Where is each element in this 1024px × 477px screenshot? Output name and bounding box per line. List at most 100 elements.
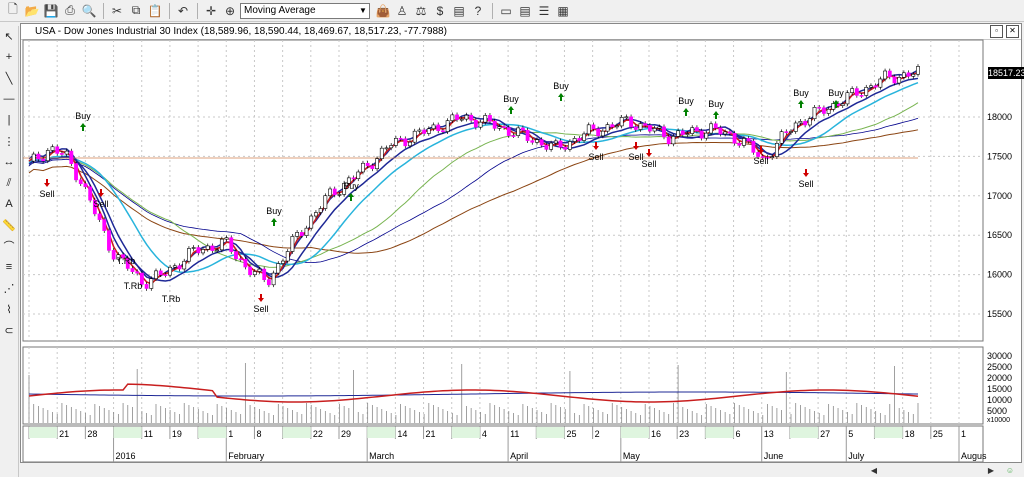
bull-candle <box>869 85 873 88</box>
bull-candle <box>295 232 300 237</box>
bear-candle <box>873 85 878 88</box>
bear-candle <box>502 126 506 128</box>
line-icon[interactable]: ╲ <box>1 70 17 86</box>
crosshair-icon[interactable]: ✛ <box>202 2 220 20</box>
calendar-band <box>282 427 311 438</box>
bear-candle <box>643 123 648 126</box>
grid-lines-icon[interactable]: ≡ <box>1 259 17 275</box>
bull-candle <box>840 103 845 106</box>
bull-candle <box>582 133 586 141</box>
save-icon[interactable]: 💾 <box>42 2 60 20</box>
buy-signal-label: Buy <box>793 88 809 98</box>
cycle-icon[interactable]: ⊂ <box>1 322 17 338</box>
volume-tick-label: 25000 <box>987 362 1012 372</box>
bull-candle <box>393 137 398 146</box>
date-tick-label: 5 <box>848 429 853 439</box>
date-tick-label: 21 <box>59 429 69 439</box>
bear-candle <box>822 107 826 114</box>
bull-candle <box>318 208 323 213</box>
fan-icon[interactable]: ⋰ <box>1 280 17 296</box>
bull-candle <box>864 86 869 96</box>
money-bag-icon[interactable]: 👜 <box>374 2 392 20</box>
copy-icon[interactable]: ⧉ <box>127 2 145 20</box>
open-icon[interactable]: 📂 <box>23 2 41 20</box>
print-icon[interactable]: ⎙ <box>61 2 79 20</box>
bear-candle <box>713 123 718 129</box>
bear-candle <box>97 213 102 220</box>
bear-candle <box>436 124 441 132</box>
scale-icon[interactable]: ⚖ <box>412 2 430 20</box>
bear-candle <box>539 139 544 146</box>
bull-candle <box>337 194 342 196</box>
dollar-icon[interactable]: $ <box>431 2 449 20</box>
bull-candle <box>31 153 36 162</box>
toolbar-separator <box>103 2 104 19</box>
bear-candle <box>36 153 41 160</box>
bull-candle <box>417 129 422 132</box>
main-toolbar: 🗋 📂 💾 ⎙ 🔍 ✂ ⧉ 📋 ↶ ✛ ⊕ Moving Average ▼ 👜 ♙ ⚖ $ ▤? ▭ ▤ ☰ ▦ <box>0 0 1024 22</box>
bull-candle <box>154 270 158 279</box>
zigzag-icon[interactable]: ⌇ <box>1 301 17 317</box>
indicator-select[interactable]: Moving Average ▼ <box>240 2 370 19</box>
month-label: May <box>623 451 641 461</box>
ruler-icon[interactable]: 📏 <box>1 217 17 233</box>
bear-candle <box>266 279 271 286</box>
bull-candle <box>64 150 69 155</box>
arc-icon[interactable]: ⌒ <box>1 238 17 254</box>
cut-icon[interactable]: ✂ <box>108 2 126 20</box>
bull-candle <box>605 124 610 132</box>
bull-candle <box>497 126 502 129</box>
layout4-icon[interactable]: ▦ <box>554 2 572 20</box>
cross-icon[interactable]: + <box>1 49 17 65</box>
horizontal-scrollbar[interactable]: ◀ ▶ ☺ <box>20 463 1022 477</box>
bear-candle <box>102 219 107 231</box>
bull-candle <box>285 251 290 262</box>
bear-candle <box>727 131 732 134</box>
bear-candle <box>473 119 478 128</box>
bull-candle <box>779 131 784 144</box>
zoom-icon[interactable]: ⊕ <box>221 2 239 20</box>
month-label: March <box>369 451 394 461</box>
bull-candle <box>652 128 657 132</box>
help-icon[interactable]: ? <box>469 2 487 20</box>
bear-candle <box>130 268 135 272</box>
bull-candle <box>201 249 205 254</box>
fib-icon[interactable]: ⋮ <box>1 133 17 149</box>
bear-candle <box>695 127 699 132</box>
text-icon[interactable]: A <box>1 196 17 212</box>
calendar-band <box>29 427 58 438</box>
toolbar-separator <box>169 2 170 19</box>
bull-candle <box>690 127 695 134</box>
bear-candle <box>591 124 596 130</box>
layout3-icon[interactable]: ☰ <box>535 2 553 20</box>
price-chart[interactable]: 1800017500170001650016000155003000025000… <box>21 24 1021 462</box>
bull-candle <box>328 188 332 197</box>
bull-candle <box>219 238 224 251</box>
channel-icon[interactable]: ⫽ <box>1 175 17 191</box>
layout1-icon[interactable]: ▭ <box>497 2 515 20</box>
scroll-left-icon[interactable]: ◀ <box>868 465 880 476</box>
volume-tick-label: 5000 <box>987 406 1007 416</box>
pointer-icon[interactable]: ↖ <box>1 28 17 44</box>
layout2-icon[interactable]: ▤ <box>516 2 534 20</box>
bear-candle <box>906 72 911 77</box>
bear-candle <box>662 126 666 138</box>
bull-candle <box>304 227 309 236</box>
bull-candle <box>281 260 285 264</box>
smiley-icon[interactable]: ☺ <box>1004 465 1016 476</box>
undo-icon[interactable]: ↶ <box>174 2 192 20</box>
bear-candle <box>111 250 116 260</box>
hline-icon[interactable]: — <box>1 91 17 107</box>
bull-candle <box>812 107 817 120</box>
paste-icon[interactable]: 📋 <box>146 2 164 20</box>
vline-icon[interactable]: | <box>1 112 17 128</box>
scroll-right-icon[interactable]: ▶ <box>985 465 997 476</box>
bear-candle <box>511 135 516 137</box>
print-preview-icon[interactable]: 🔍 <box>80 2 98 20</box>
drawing-tools-bar: ↖ + ╲ — | ⋮ ↔ ⫽ A 📏 ⌒ ≡ ⋰ ⌇ ⊂ <box>0 26 19 477</box>
chart-icon[interactable]: ▤ <box>450 2 468 20</box>
person-icon[interactable]: ♙ <box>393 2 411 20</box>
bull-candle <box>685 133 690 135</box>
new-icon[interactable]: 🗋 <box>4 2 22 20</box>
cursor-move-icon[interactable]: ↔ <box>1 154 17 170</box>
